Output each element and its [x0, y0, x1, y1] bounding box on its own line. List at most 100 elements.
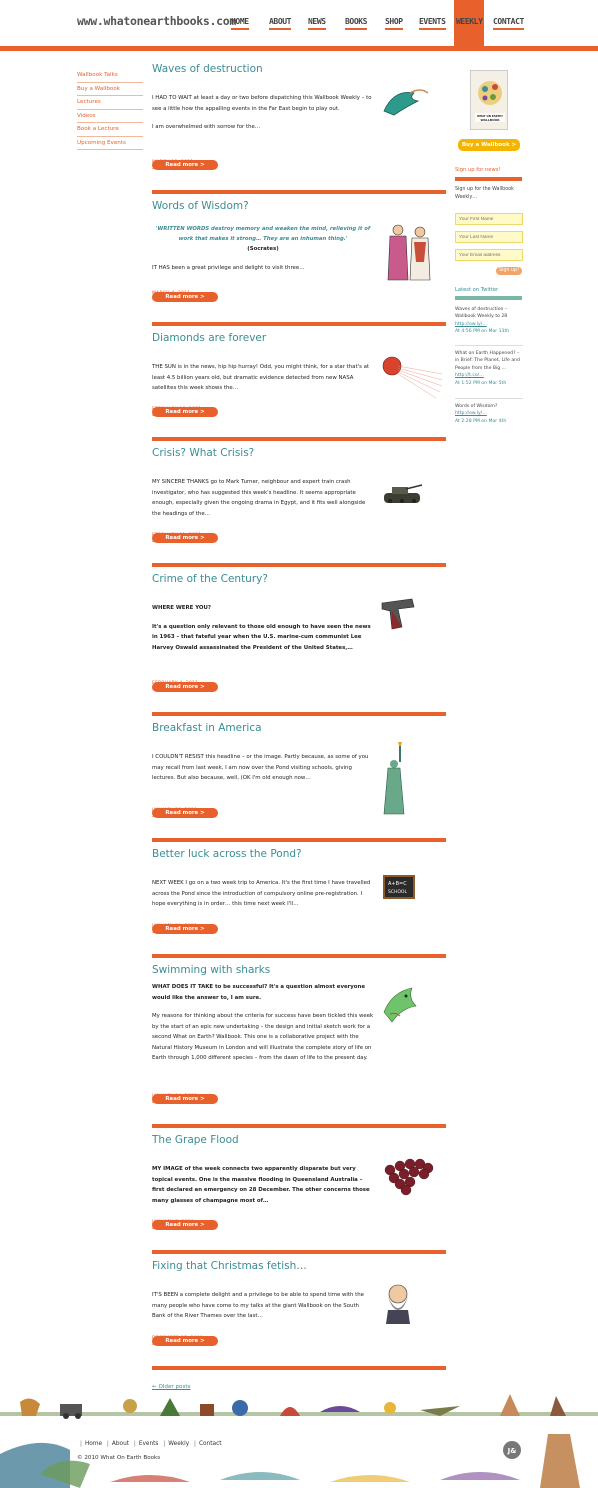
site-logo[interactable]: www.whatonearthbooks.com	[77, 14, 236, 28]
post-paragraph: I HAD TO WAIT at least a day or two befo…	[152, 95, 372, 112]
tweet-text: Waves of destruction – Wallbook Weekly t…	[455, 307, 508, 320]
sidebar-item-book-lecture[interactable]: Book a Lecture	[77, 123, 143, 137]
shark-icon	[383, 987, 417, 1023]
post-paragraph: IT HAS been a great privilege and deligh…	[152, 264, 305, 271]
grapes-icon	[384, 1158, 434, 1196]
post-divider	[152, 563, 446, 567]
statue-of-liberty-icon	[383, 742, 405, 815]
read-more-button[interactable]: Read more >	[152, 407, 218, 417]
nav-contact[interactable]: CONTACT	[493, 17, 524, 30]
sidebar-item-lectures[interactable]: Lectures	[77, 96, 143, 110]
post-title[interactable]: Crisis? What Crisis?	[152, 447, 254, 459]
copyright: © 2010 What On Earth Books	[77, 1455, 161, 1461]
tweet: What on Earth Happened? – in Brief: The …	[455, 350, 523, 387]
sidebar-item-videos[interactable]: Videos	[77, 110, 143, 123]
tweet-link[interactable]: http://ow.ly/…	[455, 322, 487, 327]
tweet-link[interactable]: http://t.co/…	[455, 373, 484, 378]
nav-home[interactable]: HOME	[231, 17, 249, 30]
post-paragraph: I COULDN'T RESIST this headline – or the…	[152, 754, 369, 781]
footer-link-home[interactable]: Home	[85, 1441, 102, 1447]
post: Crime of the Century? WHERE WERE YOU? It…	[152, 573, 446, 692]
buy-wallbook-button[interactable]: Buy a Wallbook >	[458, 139, 520, 151]
sidebar-item-upcoming-events[interactable]: Upcoming Events	[77, 137, 143, 150]
post-paragraph: NEXT WEEK I go on a two week trip to Ame…	[152, 880, 371, 907]
nav-news[interactable]: NEWS	[308, 17, 326, 30]
chalkboard-line-1: A+B=C	[388, 881, 407, 887]
post-paragraph: I am overwhelmed with sorrow for the…	[152, 124, 261, 130]
wallbook-cover-art: WHAT ON EARTH? WALLBOOK	[475, 81, 505, 122]
read-more-button[interactable]: Read more >	[152, 1094, 218, 1104]
read-more-button[interactable]: Read more >	[152, 533, 218, 543]
post-title[interactable]: Fixing that Christmas fetish…	[152, 1260, 307, 1272]
tweet-link[interactable]: http://ow.ly/…	[455, 411, 487, 416]
older-posts-link[interactable]: ← Older posts	[152, 1384, 191, 1390]
nav-about[interactable]: ABOUT	[269, 17, 291, 30]
post-divider	[152, 1250, 446, 1254]
post-excerpt: MY IMAGE of the week connects two appare…	[152, 1164, 374, 1214]
read-more-button[interactable]: Read more >	[152, 808, 218, 818]
post-paragraph: My reasons for thinking about the criter…	[152, 1013, 374, 1061]
post-title[interactable]: Swimming with sharks	[152, 964, 270, 976]
post-title[interactable]: The Grape Flood	[152, 1134, 239, 1146]
post-excerpt: WHERE WERE YOU? It's a question only rel…	[152, 603, 374, 661]
footer-link-weekly[interactable]: Weekly	[168, 1441, 189, 1447]
post-divider	[152, 712, 446, 716]
nav-weekly[interactable]: WEEKLY	[456, 17, 483, 30]
site-header: www.whatonearthbooks.com HOME ABOUT NEWS…	[0, 0, 598, 52]
post-excerpt: NEXT WEEK I go on a two week trip to Ame…	[152, 878, 374, 918]
tweet-time[interactable]: At 2:28 PM on Mar 4th	[455, 418, 523, 425]
nav-events[interactable]: EVENTS	[419, 17, 446, 30]
post-paragraph: MY SINCERE THANKS go to Mark Turner, nei…	[152, 479, 366, 517]
wallbook-cover-image[interactable]: WHAT ON EARTH? WALLBOOK	[470, 70, 508, 130]
tweet-divider	[455, 398, 523, 399]
post-excerpt: I COULDN'T RESIST this headline – or the…	[152, 752, 374, 792]
wave-icon	[383, 89, 429, 116]
signup-heading: Sign up for news!	[455, 167, 501, 173]
tweet-time[interactable]: At 4:56 PM on Mar 13th	[455, 328, 523, 335]
footer-link-about[interactable]: About	[112, 1441, 129, 1447]
read-more-button[interactable]: Read more >	[152, 924, 218, 934]
sidebar-item-buy-wallbook[interactable]: Buy a Wallbook	[77, 83, 143, 96]
sun-icon	[382, 356, 443, 399]
post: The Grape Flood MY IMAGE of the week con…	[152, 1134, 446, 1231]
post: Diamonds are forever THE SUN is in the n…	[152, 332, 446, 418]
read-more-button[interactable]: Read more >	[152, 682, 218, 692]
post-excerpt: MY SINCERE THANKS go to Mark Turner, nei…	[152, 477, 374, 527]
last-name-field[interactable]	[455, 231, 523, 243]
post-title[interactable]: Waves of destruction	[152, 63, 263, 75]
post-paragraph: WHAT DOES IT TAKE to be successful? It's…	[152, 984, 365, 1001]
tweet: Words of Wisdom? http://ow.ly/… At 2:28 …	[455, 403, 523, 425]
post-title[interactable]: Better luck across the Pond?	[152, 848, 302, 860]
tweet: Waves of destruction – Wallbook Weekly t…	[455, 306, 523, 336]
footer-link-events[interactable]: Events	[139, 1441, 159, 1447]
post-title[interactable]: Crime of the Century?	[152, 573, 268, 585]
footer-link-contact[interactable]: Contact	[199, 1441, 222, 1447]
post: Waves of destruction I HAD TO WAIT at le…	[152, 63, 446, 171]
sidebar-item-wallbook-talks[interactable]: Wallbook Talks	[77, 69, 143, 83]
post-paragraph: IT'S BEEN a complete delight and a privi…	[152, 1292, 364, 1319]
nav-books[interactable]: BOOKS	[345, 17, 367, 30]
post-title[interactable]: Breakfast in America	[152, 722, 262, 734]
twitter-heading: Latest on Twitter	[455, 287, 499, 293]
post-paragraph: WHERE WERE YOU?	[152, 605, 211, 611]
read-more-button[interactable]: Read more >	[152, 292, 218, 302]
post-quote: 'WRITTEN WORDS destroy memory and weaken…	[155, 226, 371, 242]
post-divider	[152, 954, 446, 958]
post: Fixing that Christmas fetish… IT'S BEEN …	[152, 1260, 446, 1347]
read-more-button[interactable]: Read more >	[152, 160, 218, 170]
read-more-button[interactable]: Read more >	[152, 1220, 218, 1230]
post-title[interactable]: Diamonds are forever	[152, 332, 266, 344]
signup-button[interactable]: Sign up!	[496, 267, 522, 275]
post-divider	[152, 838, 446, 842]
post-paragraph: MY IMAGE of the week connects two appare…	[152, 1166, 370, 1204]
post-title[interactable]: Words of Wisdom?	[152, 200, 249, 212]
read-more-button[interactable]: Read more >	[152, 1336, 218, 1346]
post-paragraph: THE SUN is in the news, hip hip hurray! …	[152, 364, 370, 391]
first-name-field[interactable]	[455, 213, 523, 225]
post-divider	[152, 322, 446, 326]
email-field[interactable]	[455, 249, 523, 261]
post-excerpt: IT'S BEEN a complete delight and a privi…	[152, 1290, 374, 1330]
nav-shop[interactable]: SHOP	[385, 17, 403, 30]
tweet-time[interactable]: At 1:52 PM on Mar 5th	[455, 380, 523, 387]
chalkboard-line-2: SCHOOL	[388, 889, 407, 895]
